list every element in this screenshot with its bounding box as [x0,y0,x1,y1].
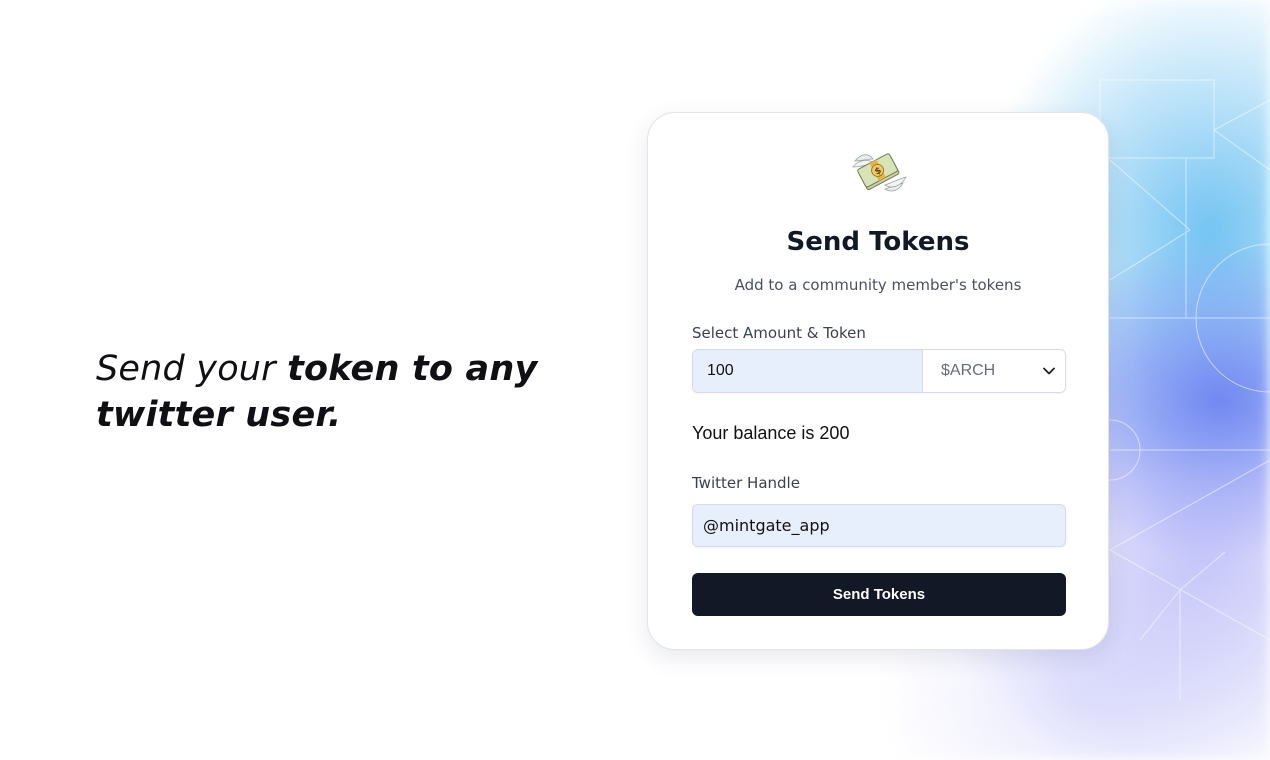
token-select[interactable]: $ARCH [922,350,1065,392]
chevron-down-icon [1043,367,1055,375]
twitter-handle-label: Twitter Handle [692,474,800,492]
send-tokens-button[interactable]: Send Tokens [692,573,1066,616]
amount-input[interactable] [693,350,922,392]
card-subtitle: Add to a community member's tokens [734,276,1022,294]
balance-text: Your balance is 200 [692,423,850,443]
money-with-wings-icon: $ [852,153,907,192]
hero-headline: Send your token to any twitter user. [96,346,566,438]
page: Send your token to any twitter user. $ S… [0,0,1270,760]
token-select-value: $ARCH [941,362,996,379]
amount-token-label: Select Amount & Token [692,324,866,342]
twitter-handle-input[interactable] [692,504,1066,547]
send-tokens-card: $ Send Tokens Add to a community member'… [647,112,1109,650]
card-title: Send Tokens [786,227,970,257]
amount-token-group: $ARCH [692,349,1066,393]
headline-light-text: Send your [96,349,288,389]
